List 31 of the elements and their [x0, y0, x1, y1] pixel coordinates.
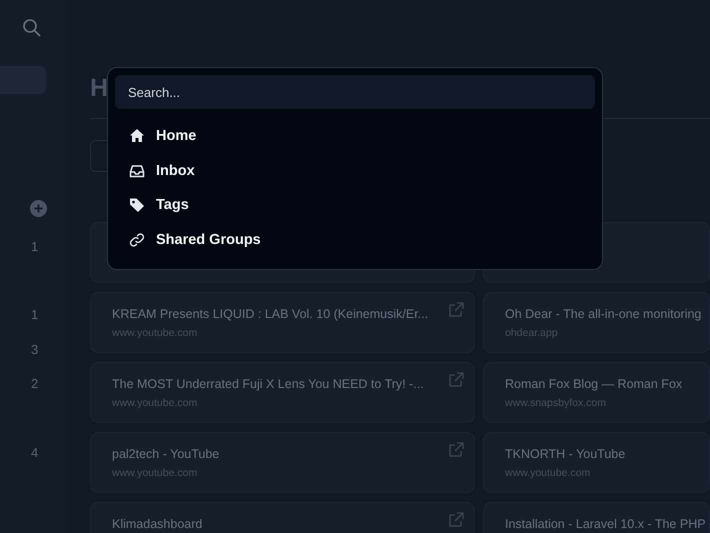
external-link-icon[interactable]	[448, 372, 464, 388]
item-count: 3	[31, 342, 38, 357]
bookmark-title: The MOST Underrated Fuji X Lens You NEED to Try! -...	[112, 377, 424, 391]
bookmark-title: Roman Fox Blog — Roman Fox	[505, 377, 682, 391]
external-link-icon[interactable]	[448, 442, 464, 458]
item-count: 4	[31, 445, 38, 460]
bookmark-title: Klimadashboard	[112, 517, 202, 531]
bookmark-title: Installation - Laravel 10.x - The PHP	[505, 517, 706, 531]
external-link-icon[interactable]	[448, 302, 464, 318]
link-icon	[129, 232, 145, 248]
external-link-icon[interactable]	[448, 512, 464, 528]
bookmark-card[interactable]: Installation - Laravel 10.x - The PHP	[483, 502, 710, 533]
page-title: H	[90, 73, 108, 103]
bookmark-title: KREAM Presents LIQUID : LAB Vol. 10 (Keinemusik/Er...	[112, 307, 428, 321]
menu-item[interactable]: Tags	[156, 197, 189, 214]
bookmark-title: pal2tech - YouTube	[112, 447, 220, 461]
item-count: 1	[31, 239, 38, 254]
bookmark-title: TKNORTH - YouTube	[505, 447, 626, 461]
search-icon[interactable]	[22, 18, 42, 38]
menu-item[interactable]: Inbox	[156, 162, 195, 179]
bookmark-card[interactable]: Klimadashboard	[90, 502, 475, 533]
home-icon	[129, 128, 145, 144]
add-icon[interactable]	[30, 200, 47, 217]
tag-icon	[129, 197, 145, 214]
inbox-icon	[129, 162, 145, 179]
item-count: 1	[31, 307, 38, 322]
bookmark-title: Oh Dear - The all-in-one monitoring	[505, 307, 702, 321]
item-count: 2	[31, 376, 38, 391]
menu-item[interactable]: Shared Groups	[156, 232, 261, 248]
search-input[interactable]: Search...	[115, 75, 595, 109]
menu-item[interactable]: Home	[156, 128, 196, 144]
